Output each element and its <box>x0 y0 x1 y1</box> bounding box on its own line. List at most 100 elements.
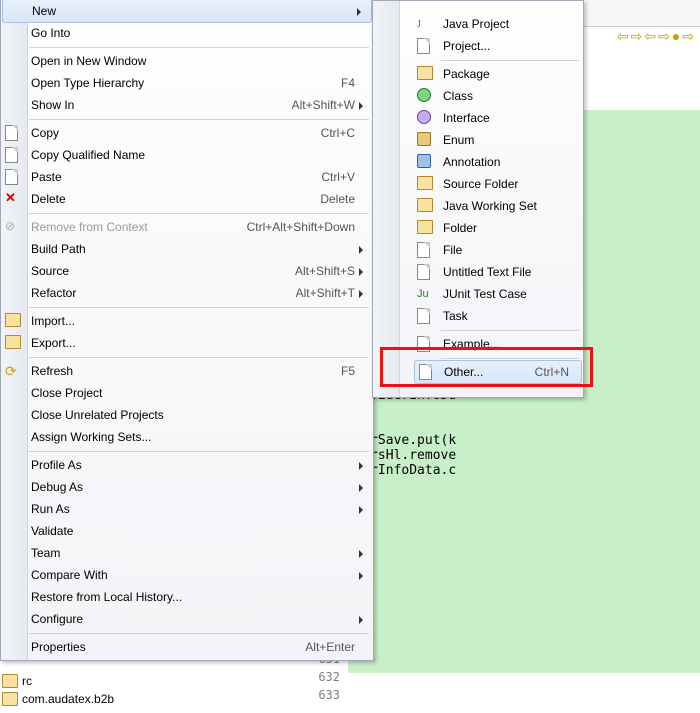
submenu-item-package[interactable]: Package <box>413 63 583 85</box>
menu-item-close-project[interactable]: Close Project <box>1 382 373 404</box>
menu-item-label: Validate <box>31 524 373 538</box>
menu-item-new[interactable]: New <box>2 0 372 23</box>
submenu-item-task[interactable]: Task <box>413 305 583 327</box>
menu-item-restore-from-local-history-[interactable]: Restore from Local History... <box>1 586 373 608</box>
menu-item-open-in-new-window[interactable]: Open in New Window <box>1 50 373 72</box>
menu-item-build-path[interactable]: Build Path <box>1 238 373 260</box>
menu-item-label: Copy <box>31 126 321 140</box>
menu-item-go-into[interactable]: Go Into <box>1 22 373 44</box>
menu-accelerator: Alt+Enter <box>305 640 373 654</box>
tree-label: com.audatex.b2b <box>22 692 114 706</box>
submenu-item-other-[interactable]: Other...Ctrl+N <box>414 360 582 384</box>
menu-item-label: Annotation <box>443 155 583 169</box>
menu-item-label: Import... <box>31 314 373 328</box>
export-icon <box>5 335 21 351</box>
menu-item-show-in[interactable]: Show InAlt+Shift+W <box>1 94 373 116</box>
menu-item-debug-as[interactable]: Debug As <box>1 476 373 498</box>
submenu-item-file[interactable]: File <box>413 239 583 261</box>
submenu-item-annotation[interactable]: Annotation <box>413 151 583 173</box>
nav-arrow-icon[interactable]: ⇨ <box>658 28 670 45</box>
menu-item-label: Task <box>443 309 583 323</box>
tree-item[interactable]: com.audatex.b2b <box>0 690 114 708</box>
annotation-icon <box>417 154 433 170</box>
nav-arrow-icon[interactable]: ⇦ <box>644 28 656 45</box>
menu-item-import-[interactable]: Import... <box>1 310 373 332</box>
context-menu: NewGo Into Open in New Window Open Type Hi… <box>0 0 374 661</box>
submenu-list: JJava ProjectProject... Package Class Inter… <box>373 13 583 384</box>
menu-item-label: Run As <box>31 502 373 516</box>
menu-accelerator: Ctrl+N <box>535 365 581 379</box>
menu-item-assign-working-sets-[interactable]: Assign Working Sets... <box>1 426 373 448</box>
submenu-item-project-[interactable]: Project... <box>413 35 583 57</box>
project-icon <box>417 38 433 54</box>
submenu-item-example-[interactable]: Example... <box>413 333 583 355</box>
nav-arrow-icon[interactable]: ● <box>672 28 680 45</box>
menu-item-source[interactable]: SourceAlt+Shift+S <box>1 260 373 282</box>
menu-item-remove-from-context: ⊘Remove from ContextCtrl+Alt+Shift+Down <box>1 216 373 238</box>
menu-accelerator: Alt+Shift+S <box>295 264 373 278</box>
menu-item-label: Interface <box>443 111 583 125</box>
menu-item-delete[interactable]: ✕DeleteDelete <box>1 188 373 210</box>
menu-item-properties[interactable]: PropertiesAlt+Enter <box>1 636 373 658</box>
import-icon <box>5 313 21 329</box>
menu-item-label: Properties <box>31 640 305 654</box>
menu-item-compare-with[interactable]: Compare With <box>1 564 373 586</box>
menu-item-refresh[interactable]: ⟳RefreshF5 <box>1 360 373 382</box>
menu-item-label: Open Type Hierarchy <box>31 76 341 90</box>
submenu-item-enum[interactable]: Enum <box>413 129 583 151</box>
junit-icon: Ju <box>417 286 433 302</box>
menu-item-copy[interactable]: CopyCtrl+C <box>1 122 373 144</box>
menu-item-label: Class <box>443 89 583 103</box>
submenu-item-interface[interactable]: Interface <box>413 107 583 129</box>
menu-item-label: Close Unrelated Projects <box>31 408 373 422</box>
nav-arrow-icon[interactable]: ⇨ <box>631 28 643 45</box>
menu-item-label: Build Path <box>31 242 373 256</box>
submenu-item-junit-test-case[interactable]: JuJUnit Test Case <box>413 283 583 305</box>
menu-accelerator: Ctrl+C <box>321 126 373 140</box>
menu-item-label: Assign Working Sets... <box>31 430 373 444</box>
nav-arrow-icon[interactable]: ⇦ <box>617 28 629 45</box>
delete-icon: ✕ <box>5 191 21 207</box>
menu-accelerator: Ctrl+Alt+Shift+Down <box>247 220 373 234</box>
menu-item-label: Show In <box>31 98 292 112</box>
new-submenu: JJava ProjectProject... Package Class Inter… <box>372 0 584 398</box>
menu-item-team[interactable]: Team <box>1 542 373 564</box>
menu-accelerator: Ctrl+V <box>321 170 373 184</box>
menu-item-label: Configure <box>31 612 373 626</box>
menu-item-label: Export... <box>31 336 373 350</box>
menu-item-label: Profile As <box>31 458 373 472</box>
menu-item-export-[interactable]: Export... <box>1 332 373 354</box>
submenu-item-folder[interactable]: Folder <box>413 217 583 239</box>
nav-arrow-icon[interactable]: ⇨ <box>682 28 694 45</box>
submenu-item-java-working-set[interactable]: Java Working Set <box>413 195 583 217</box>
menu-item-refactor[interactable]: RefactorAlt+Shift+T <box>1 282 373 304</box>
menu-item-paste[interactable]: PasteCtrl+V <box>1 166 373 188</box>
menu-item-label: Java Working Set <box>443 199 583 213</box>
menu-item-close-unrelated-projects[interactable]: Close Unrelated Projects <box>1 404 373 426</box>
menu-item-configure[interactable]: Configure <box>1 608 373 630</box>
menu-item-label: Package <box>443 67 583 81</box>
menu-item-run-as[interactable]: Run As <box>1 498 373 520</box>
project-tree[interactable]: rc com.audatex.b2b <box>0 672 114 708</box>
menu-item-label: Restore from Local History... <box>31 590 373 604</box>
menu-item-label: Refactor <box>31 286 296 300</box>
menu-item-label: Refresh <box>31 364 341 378</box>
nav-arrows[interactable]: ⇦⇨⇦⇨●⇨ <box>617 28 694 45</box>
menu-item-copy-qualified-name[interactable]: Copy Qualified Name <box>1 144 373 166</box>
menu-item-label: Team <box>31 546 373 560</box>
menu-item-label: Other... <box>444 365 535 379</box>
submenu-item-source-folder[interactable]: Source Folder <box>413 173 583 195</box>
menu-item-label: Enum <box>443 133 583 147</box>
folder-icon <box>417 220 433 236</box>
menu-item-profile-as[interactable]: Profile As <box>1 454 373 476</box>
tree-item[interactable]: rc <box>0 672 114 690</box>
file-icon <box>417 242 433 258</box>
submenu-item-java-project[interactable]: JJava Project <box>413 13 583 35</box>
submenu-item-untitled-text-file[interactable]: Untitled Text File <box>413 261 583 283</box>
submenu-item-class[interactable]: Class <box>413 85 583 107</box>
menu-item-open-type-hierarchy[interactable]: Open Type HierarchyF4 <box>1 72 373 94</box>
menu-item-validate[interactable]: Validate <box>1 520 373 542</box>
menu-item-label: Open in New Window <box>31 54 373 68</box>
menu-item-label: Untitled Text File <box>443 265 583 279</box>
menu-accelerator: Alt+Shift+T <box>296 286 373 300</box>
